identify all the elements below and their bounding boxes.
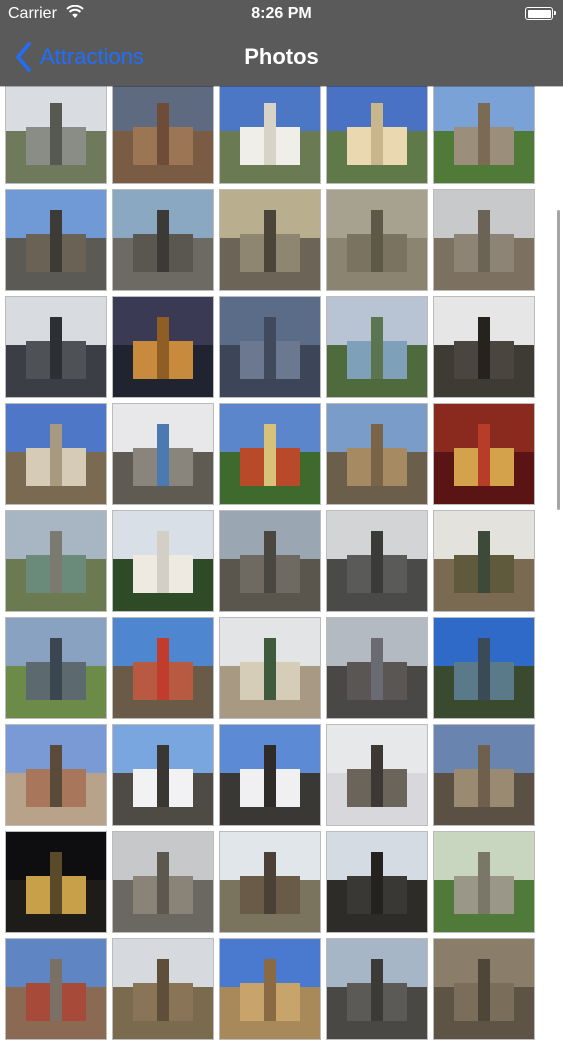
photo-tower — [157, 103, 169, 165]
photo-tower — [478, 745, 490, 807]
photo-tower — [50, 745, 62, 807]
photo-tower — [371, 745, 383, 807]
photo-tower — [50, 317, 62, 379]
photo-thumbnail[interactable] — [326, 510, 428, 612]
photo-tower — [478, 103, 490, 165]
photo-tower — [264, 638, 276, 700]
photo-thumbnail[interactable] — [219, 724, 321, 826]
photo-tower — [157, 210, 169, 272]
photo-tower — [371, 210, 383, 272]
page-title: Photos — [244, 44, 319, 69]
photo-thumbnail[interactable] — [112, 296, 214, 398]
photo-thumbnail[interactable] — [433, 831, 535, 933]
photo-thumbnail[interactable] — [326, 296, 428, 398]
photo-thumbnail[interactable] — [5, 724, 107, 826]
photo-thumbnail[interactable] — [326, 82, 428, 184]
photo-thumbnail[interactable] — [219, 938, 321, 1040]
photo-tower — [371, 638, 383, 700]
photo-tower — [264, 531, 276, 593]
photo-tower — [478, 317, 490, 379]
photo-tower — [264, 745, 276, 807]
photo-thumbnail[interactable] — [433, 617, 535, 719]
photo-thumbnail[interactable] — [219, 189, 321, 291]
photo-tower — [264, 852, 276, 914]
photo-thumbnail[interactable] — [326, 831, 428, 933]
photo-tower — [264, 317, 276, 379]
scrollbar[interactable] — [557, 210, 560, 510]
photo-tower — [157, 317, 169, 379]
photo-tower — [478, 638, 490, 700]
photo-tower — [50, 424, 62, 486]
photo-tower — [157, 531, 169, 593]
photo-tower — [157, 424, 169, 486]
photo-tower — [371, 852, 383, 914]
photo-thumbnail[interactable] — [5, 403, 107, 505]
photo-thumbnail[interactable] — [112, 831, 214, 933]
photo-tower — [157, 959, 169, 1021]
photo-thumbnail[interactable] — [112, 82, 214, 184]
photo-thumbnail[interactable] — [326, 938, 428, 1040]
photo-thumbnail[interactable] — [5, 510, 107, 612]
battery-icon — [525, 7, 556, 20]
photo-tower — [478, 424, 490, 486]
photo-tower — [264, 424, 276, 486]
photo-tower — [478, 852, 490, 914]
photo-tower — [371, 959, 383, 1021]
photo-tower — [264, 210, 276, 272]
photo-thumbnail[interactable] — [112, 510, 214, 612]
photo-thumbnail[interactable] — [5, 938, 107, 1040]
photo-thumbnail[interactable] — [5, 82, 107, 184]
photo-thumbnail[interactable] — [112, 189, 214, 291]
photo-thumbnail[interactable] — [5, 831, 107, 933]
photo-tower — [50, 959, 62, 1021]
photo-thumbnail[interactable] — [5, 617, 107, 719]
photo-thumbnail[interactable] — [433, 403, 535, 505]
photo-thumbnail[interactable] — [219, 831, 321, 933]
photo-tower — [264, 103, 276, 165]
photo-thumbnail[interactable] — [326, 403, 428, 505]
photo-thumbnail[interactable] — [433, 938, 535, 1040]
photo-tower — [157, 745, 169, 807]
photo-thumbnail[interactable] — [112, 938, 214, 1040]
navigation-bar: Carrier 8:26 PM Attractions Photos — [0, 0, 563, 86]
photo-tower — [50, 210, 62, 272]
photo-thumbnail[interactable] — [5, 189, 107, 291]
status-bar: Carrier 8:26 PM — [0, 0, 563, 30]
photo-tower — [157, 638, 169, 700]
status-time: 8:26 PM — [251, 5, 312, 22]
photo-thumbnail[interactable] — [219, 617, 321, 719]
photo-thumbnail[interactable] — [326, 617, 428, 719]
photo-thumbnail[interactable] — [112, 617, 214, 719]
photo-thumbnail[interactable] — [433, 724, 535, 826]
photo-tower — [371, 424, 383, 486]
photo-thumbnail[interactable] — [326, 724, 428, 826]
photo-tower — [478, 959, 490, 1021]
photo-tower — [50, 103, 62, 165]
photo-thumbnail[interactable] — [433, 189, 535, 291]
photo-thumbnail[interactable] — [433, 82, 535, 184]
photo-tower — [371, 317, 383, 379]
photo-tower — [371, 103, 383, 165]
photo-thumbnail[interactable] — [219, 403, 321, 505]
photo-grid — [5, 82, 535, 1040]
photo-tower — [50, 531, 62, 593]
photo-thumbnail[interactable] — [219, 296, 321, 398]
photo-thumbnail[interactable] — [112, 724, 214, 826]
photo-thumbnail[interactable] — [433, 296, 535, 398]
photo-thumbnail[interactable] — [112, 403, 214, 505]
photo-tower — [50, 852, 62, 914]
photo-thumbnail[interactable] — [5, 296, 107, 398]
photo-thumbnail[interactable] — [219, 82, 321, 184]
photo-thumbnail[interactable] — [326, 189, 428, 291]
photo-tower — [50, 638, 62, 700]
photo-thumbnail[interactable] — [433, 510, 535, 612]
photo-tower — [157, 852, 169, 914]
photo-tower — [478, 210, 490, 272]
photo-thumbnail[interactable] — [219, 510, 321, 612]
photo-tower — [478, 531, 490, 593]
photo-tower — [371, 531, 383, 593]
photo-tower — [264, 959, 276, 1021]
